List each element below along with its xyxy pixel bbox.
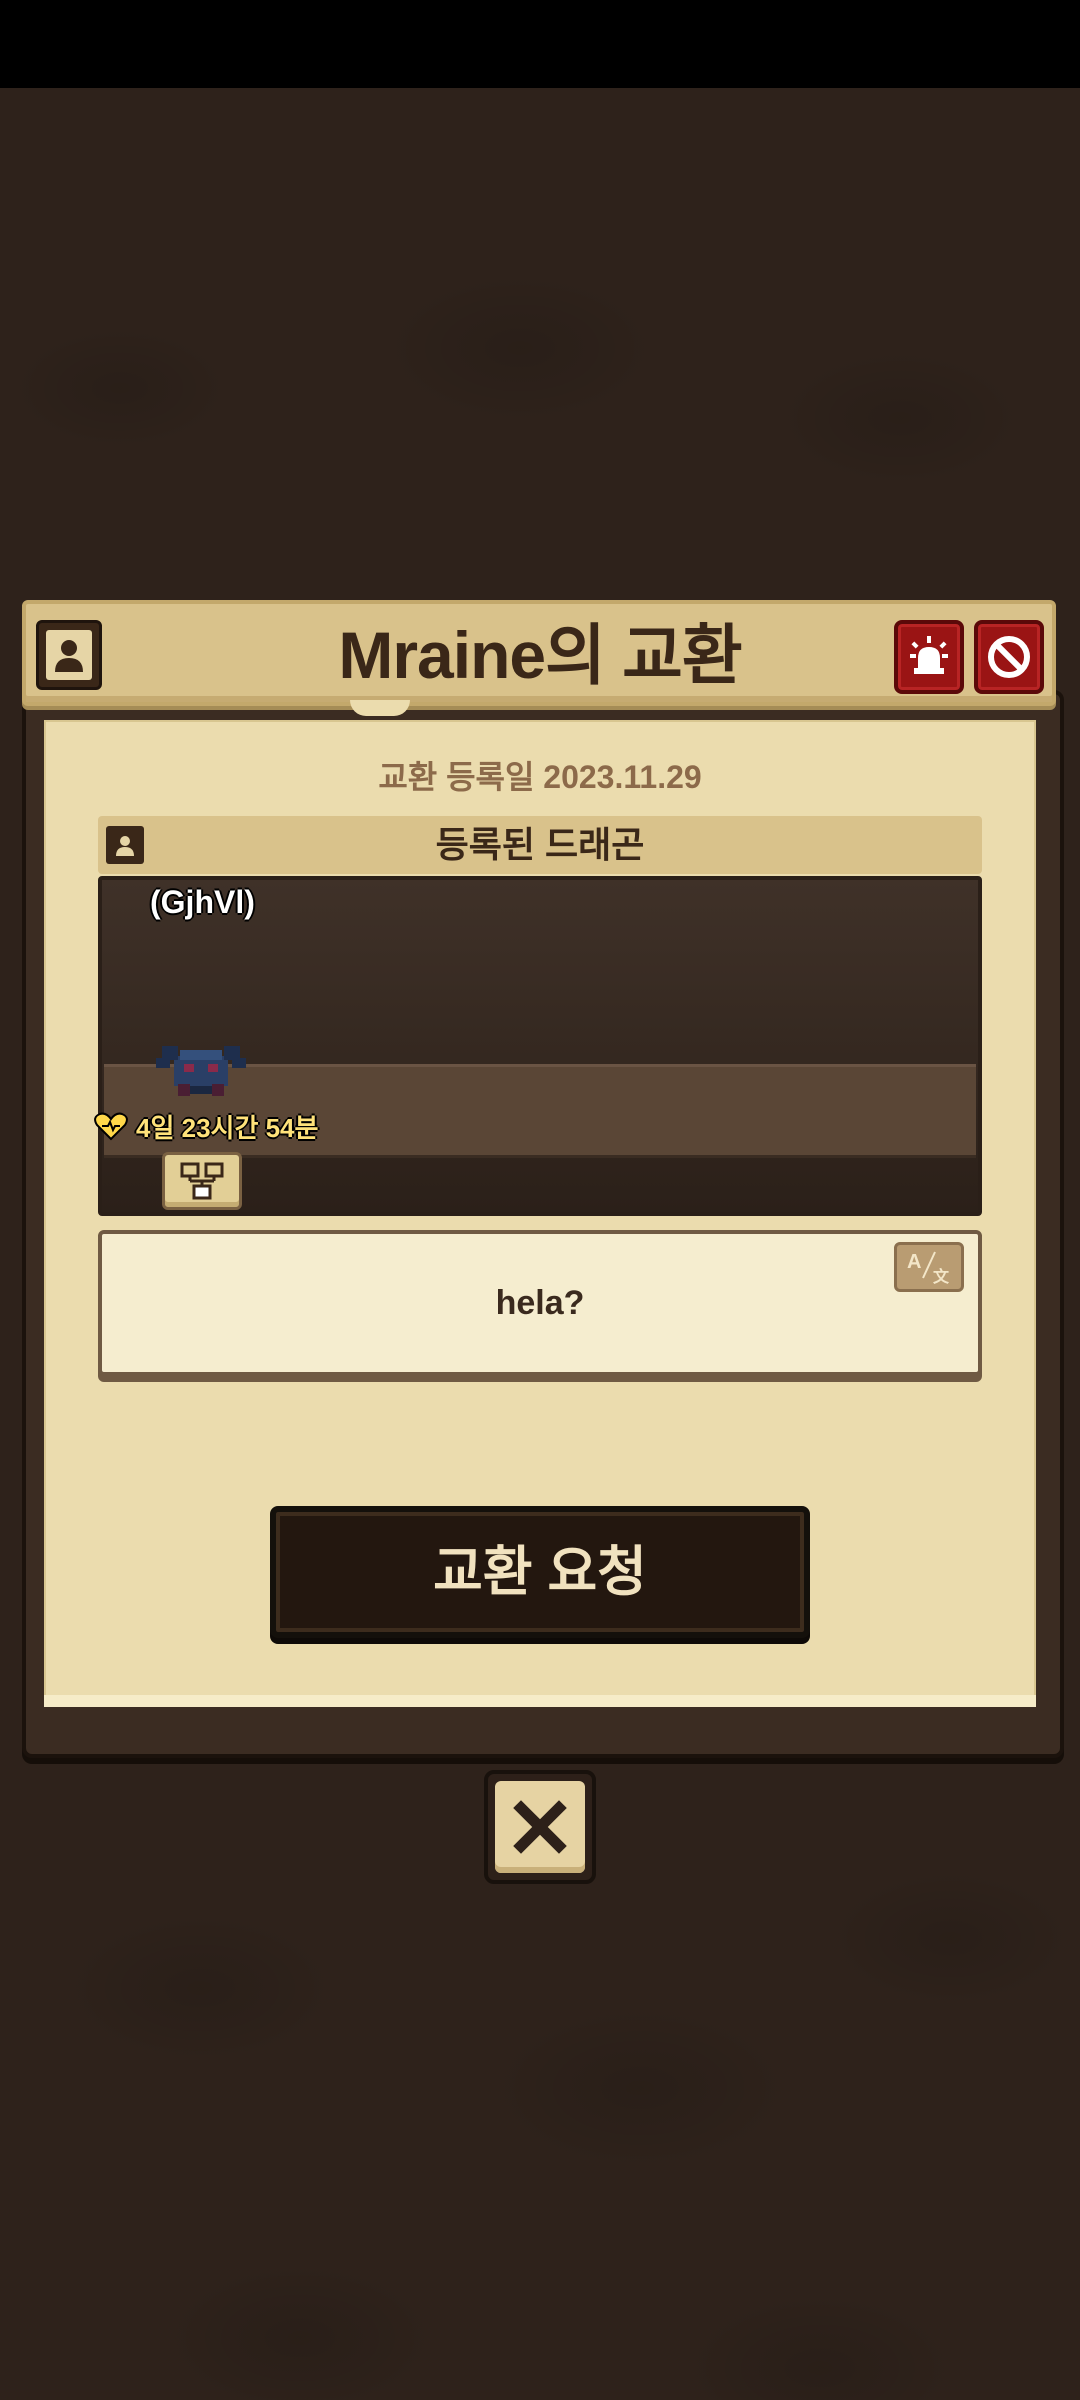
family-tree-icon	[180, 1162, 224, 1200]
status-bar	[0, 0, 1080, 88]
translate-icon: A 文	[907, 1251, 950, 1286]
close-button[interactable]	[484, 1770, 596, 1884]
block-icon	[988, 636, 1030, 678]
trade-message: hela? A 文	[98, 1230, 982, 1376]
dragon-timer: 4일 23시간 54분	[94, 1108, 318, 1144]
section-header: 등록된 드래곤	[98, 816, 982, 874]
message-text: hela?	[495, 1284, 585, 1322]
family-tree-button[interactable]	[162, 1152, 242, 1210]
section-title: 등록된 드래곤	[435, 824, 645, 865]
dragon-sprite[interactable]	[156, 1036, 246, 1104]
profile-icon	[55, 640, 83, 672]
heart-icon	[94, 1112, 128, 1141]
trade-request-label: 교환 요청	[433, 1542, 647, 1602]
registered-date: 교환 등록일 2023.11.29	[378, 759, 702, 795]
translate-button[interactable]: A 文	[894, 1242, 964, 1292]
alarm-siren-icon	[910, 636, 948, 674]
close-x-icon	[513, 1800, 567, 1854]
profile-button[interactable]	[36, 620, 102, 690]
timer-text: 4일 23시간 54분	[136, 1112, 319, 1143]
trade-request-button[interactable]: 교환 요청	[270, 1506, 810, 1638]
block-button[interactable]	[974, 620, 1044, 694]
svg-text:文: 文	[933, 1267, 950, 1286]
paper-bottom-edge	[44, 1695, 1036, 1707]
dragon-name: (GjhVl)	[150, 884, 255, 920]
report-button[interactable]	[894, 620, 964, 694]
svg-text:A: A	[907, 1251, 921, 1273]
